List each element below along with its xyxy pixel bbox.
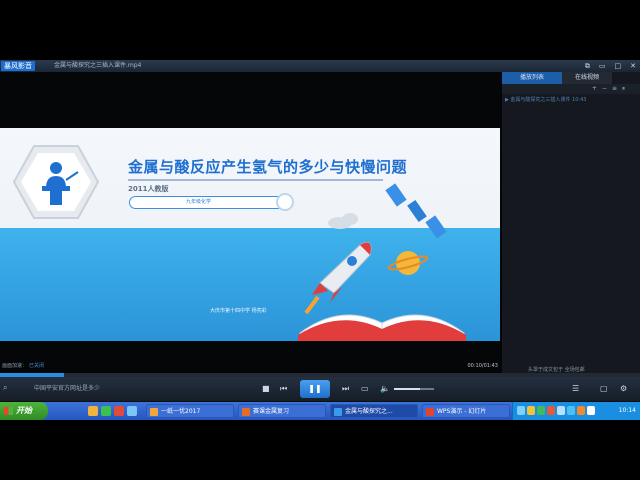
playlist-tool-icons: +−≡⏸ (592, 84, 630, 94)
volume-tray-icon[interactable] (587, 406, 595, 415)
playlist-toolbar: +−≡⏸ (502, 84, 640, 94)
screen: 暴风影音 金属与酸探究之三插入课件.mp4 ⧉ ▭ □ ✕ 金属与酸反应产生氢气… (0, 60, 640, 420)
start-label: 开始 (16, 406, 32, 415)
player-icon (334, 408, 342, 416)
control-bar: ⌕ 中国平安官方网址是多少 ■ ⏮ ❚❚ ⏭ ▭ 🔈 ☰ ▢ ⚙ (0, 377, 640, 401)
tray-icon[interactable] (557, 406, 565, 415)
close-icon[interactable]: ✕ (630, 60, 636, 72)
ad-text[interactable]: 中国平安官方网址是多少 (34, 383, 100, 395)
volume-icon[interactable]: 🔈 (380, 383, 390, 395)
taskbar-item-label: 金属与酸探究之... (345, 408, 393, 415)
system-tray: 10:14 (512, 402, 640, 420)
open-book-icon (298, 314, 466, 341)
add-icon[interactable]: + (592, 85, 602, 92)
tray-icon[interactable] (567, 406, 575, 415)
volume-slider-fill (394, 388, 420, 390)
screenshot-icon[interactable]: ▢ (600, 383, 608, 395)
tray-icon[interactable] (547, 406, 555, 415)
taskbar: 开始 一纸一忧2017 赛课金属复习 金属与酸探究之... WPS演示 - 幻灯… (0, 402, 640, 420)
rocket-book-illustration (298, 183, 466, 341)
title-underline (128, 179, 383, 181)
tray-icon[interactable] (527, 406, 535, 415)
window-controls: ⧉ ▭ □ ✕ (585, 60, 636, 72)
stop-icon[interactable]: ■ (262, 383, 270, 395)
search-icon[interactable]: ⌕ (3, 383, 7, 393)
accel-status: 画面加速： 已关闭 (2, 361, 44, 371)
rocket-icon (304, 242, 372, 315)
windows-logo-icon (4, 407, 13, 415)
taskbar-item-label: 赛课金属复习 (253, 408, 290, 415)
slide-school: 大庆市第十四中学 杨亮彩 (210, 308, 267, 314)
next-icon[interactable]: ⏭ (342, 383, 349, 395)
grade-pill: 九年级化学 (129, 193, 294, 211)
app-logo[interactable]: 暴风影音 (1, 61, 35, 71)
ppt-icon (242, 408, 250, 416)
open-file-icon[interactable]: ▭ (361, 383, 369, 395)
tab-playlist[interactable]: 播放列表 (502, 72, 562, 84)
app-icon[interactable] (101, 406, 111, 416)
player-titlebar: 暴风影音 金属与酸探究之三插入课件.mp4 ⧉ ▭ □ ✕ (0, 60, 640, 72)
playlist-panel: 播放列表 在线视频 +−≡⏸ ▶ 金属与酸探究之三插入课件 10:43 头罩于成… (502, 72, 640, 376)
time-display: 00:10/01:43 (467, 363, 498, 369)
wps-icon (426, 408, 434, 416)
start-button[interactable]: 开始 (0, 402, 48, 420)
slide-title: 金属与酸反应产生氢气的多少与快慢问题 (128, 158, 408, 176)
quick-launch (88, 406, 137, 416)
volume-slider[interactable] (394, 388, 434, 390)
playlist-item[interactable]: ▶ 金属与酸探究之三插入课件 10:43 (505, 96, 638, 105)
folder-icon (150, 408, 158, 416)
minimize-icon[interactable]: ▭ (599, 60, 606, 72)
planet-icon (387, 251, 429, 275)
slide: 金属与酸反应产生氢气的多少与快慢问题 2011人教版 九年级化学 大庆市第十四中… (0, 128, 500, 341)
clock: 10:14 (618, 407, 636, 414)
tab-online-video[interactable]: 在线视频 (562, 72, 612, 84)
remove-icon[interactable]: − (602, 85, 612, 92)
slide-subtitle: 2011人教版 (128, 185, 169, 193)
taskbar-item[interactable]: 赛课金属复习 (238, 404, 326, 418)
teacher-hexagon-icon (12, 145, 100, 219)
pause-list-icon[interactable]: ⏸ (622, 85, 630, 92)
accel-label: 画面加速： (2, 363, 28, 369)
maximize-icon[interactable]: □ (615, 60, 622, 72)
status-line: 画面加速： 已关闭 00:10/01:43 (0, 361, 502, 371)
ie-icon[interactable] (88, 406, 98, 416)
tray-icon[interactable] (537, 406, 545, 415)
restore-icon[interactable]: ⧉ (585, 60, 590, 72)
satellite-icon (385, 183, 447, 239)
cloud-icon (328, 213, 358, 229)
tray-icon[interactable] (517, 406, 525, 415)
taskbar-item-active[interactable]: 金属与酸探究之... (330, 404, 418, 418)
taskbar-item-label: WPS演示 - 幻灯片 (437, 408, 487, 415)
previous-icon[interactable]: ⏮ (280, 383, 287, 395)
video-area[interactable]: 金属与酸反应产生氢气的多少与快慢问题 2011人教版 九年级化学 大庆市第十四中… (0, 72, 502, 376)
media-icon[interactable] (114, 406, 124, 416)
grade-label: 九年级化学 (186, 199, 212, 205)
desktop-icon[interactable] (127, 406, 137, 416)
taskbar-item[interactable]: WPS演示 - 幻灯片 (422, 404, 510, 418)
settings-icon[interactable]: ⚙ (620, 383, 627, 395)
frame: 暴风影音 金属与酸探究之三插入课件.mp4 ⧉ ▭ □ ✕ 金属与酸反应产生氢气… (0, 0, 640, 480)
tray-icon[interactable] (577, 406, 585, 415)
playlist-toggle-icon[interactable]: ☰ (572, 383, 579, 395)
taskbar-item[interactable]: 一纸一忧2017 (146, 404, 234, 418)
menu-icon[interactable]: ≡ (612, 85, 622, 92)
video-title: 金属与酸探究之三插入课件.mp4 (54, 62, 142, 69)
taskbar-item-label: 一纸一忧2017 (161, 408, 201, 415)
accel-link[interactable]: 已关闭 (29, 363, 44, 369)
play-pause-button[interactable]: ❚❚ (300, 380, 330, 398)
tray-icons (517, 406, 595, 415)
playlist-tabs: 播放列表 在线视频 (502, 72, 640, 84)
